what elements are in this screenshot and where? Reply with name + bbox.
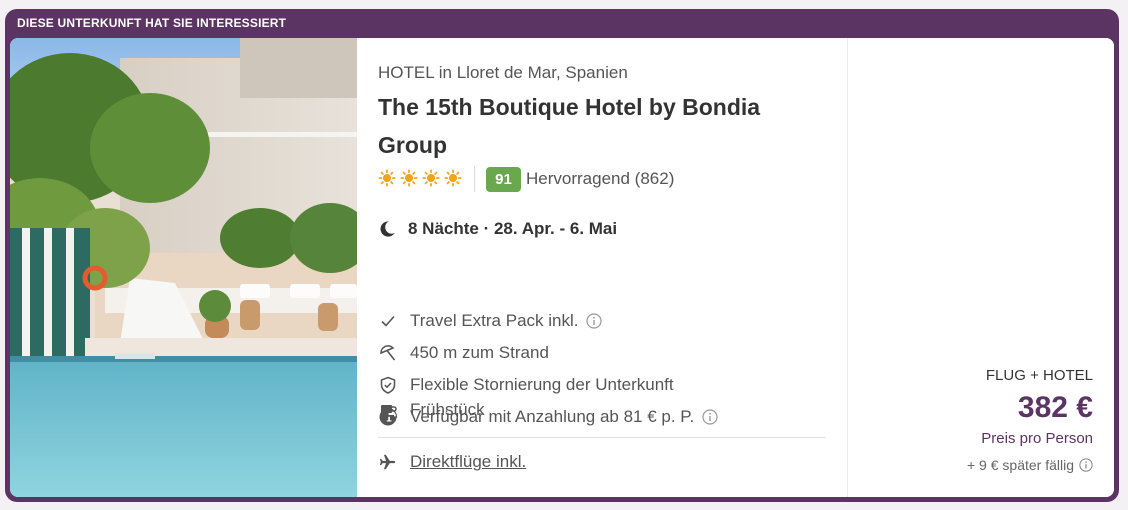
hotel-type-location: HOTEL in Lloret de Mar, Spanien [378, 63, 628, 82]
feature-flexible-cancel: Flexible Stornierung der Unterkunft [378, 375, 674, 395]
stay-info: 8 Nächte · 28. Apr. - 6. Mai [378, 219, 617, 239]
moon-icon [380, 221, 395, 237]
feature-beach-distance: 450 m zum Strand [378, 343, 549, 363]
info-icon[interactable] [702, 409, 718, 425]
hotel-photo[interactable] [10, 38, 357, 497]
rating-divider [474, 166, 475, 192]
feature-label: Flexible Stornierung der Unterkunft [410, 375, 674, 394]
sun-star-icon [422, 169, 440, 187]
interest-banner: DIESE UNTERKUNFT HAT SIE INTERESSIERT [17, 16, 287, 30]
score-badge: 91 [486, 167, 521, 192]
feature-travel-extra: Travel Extra Pack inkl. [378, 311, 603, 331]
sun-star-icon [378, 169, 396, 187]
info-icon[interactable] [1079, 458, 1093, 472]
later-fee-text: + 9 € später fällig [966, 457, 1074, 473]
hotel-name[interactable]: The 15th Boutique Hotel by Bondia Group [378, 88, 818, 164]
direct-flights-link[interactable]: Direktflüge inkl. [410, 452, 526, 472]
feature-label: Travel Extra Pack inkl. [410, 311, 579, 330]
direct-flights-row: Direktflüge inkl. [378, 452, 526, 472]
info-icon[interactable] [586, 313, 603, 329]
airplane-icon [379, 454, 396, 470]
feature-breakfast-row: Frühstück [378, 400, 485, 420]
sun-star-icon [444, 169, 462, 187]
hotel-details: HOTEL in Lloret de Mar, Spanien The 15th… [378, 38, 828, 497]
sun-star-icon [400, 169, 418, 187]
rating-text[interactable]: Hervorragend (862) [526, 169, 674, 189]
pool-image [10, 38, 357, 497]
star-rating [378, 169, 462, 187]
later-fee: + 9 € später fällig [967, 457, 1093, 473]
price-column[interactable]: FLUG + HOTEL 382 € Preis pro Person + 9 … [847, 38, 1114, 497]
feature-label: 450 m zum Strand [410, 343, 549, 362]
coffee-cup-icon [380, 405, 397, 417]
package-type: FLUG + HOTEL [985, 367, 1093, 384]
beach-umbrella-icon [380, 345, 396, 361]
shield-check-icon [380, 376, 396, 394]
check-icon [381, 315, 395, 327]
price-amount[interactable]: 382 € [1018, 391, 1093, 425]
stay-dates: 8 Nächte · 28. Apr. - 6. Mai [408, 219, 618, 238]
details-divider [378, 437, 826, 438]
price-per-person: Preis pro Person [981, 430, 1093, 447]
feature-label: Frühstück [410, 400, 485, 419]
